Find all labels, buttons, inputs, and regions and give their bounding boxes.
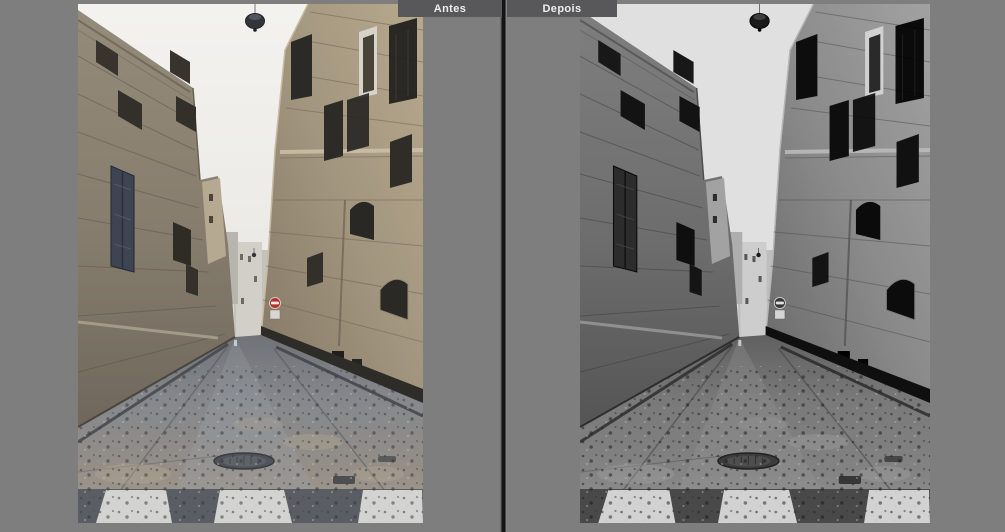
after-photo[interactable] (580, 4, 930, 523)
before-label-bar: Antes (398, 0, 502, 17)
before-photo[interactable] (78, 4, 423, 523)
after-label: Depois (542, 2, 582, 15)
before-after-comparison: Antes Depois (0, 0, 1005, 532)
street-photo-illustration (78, 4, 423, 523)
iron-balcony (347, 93, 369, 152)
street-photo-illustration-bw (580, 4, 930, 523)
after-label-bar: Depois (507, 0, 617, 17)
before-label: Antes (433, 2, 467, 15)
right-building (260, 4, 423, 403)
comparison-divider (500, 0, 507, 532)
iron-balcony (389, 18, 417, 104)
